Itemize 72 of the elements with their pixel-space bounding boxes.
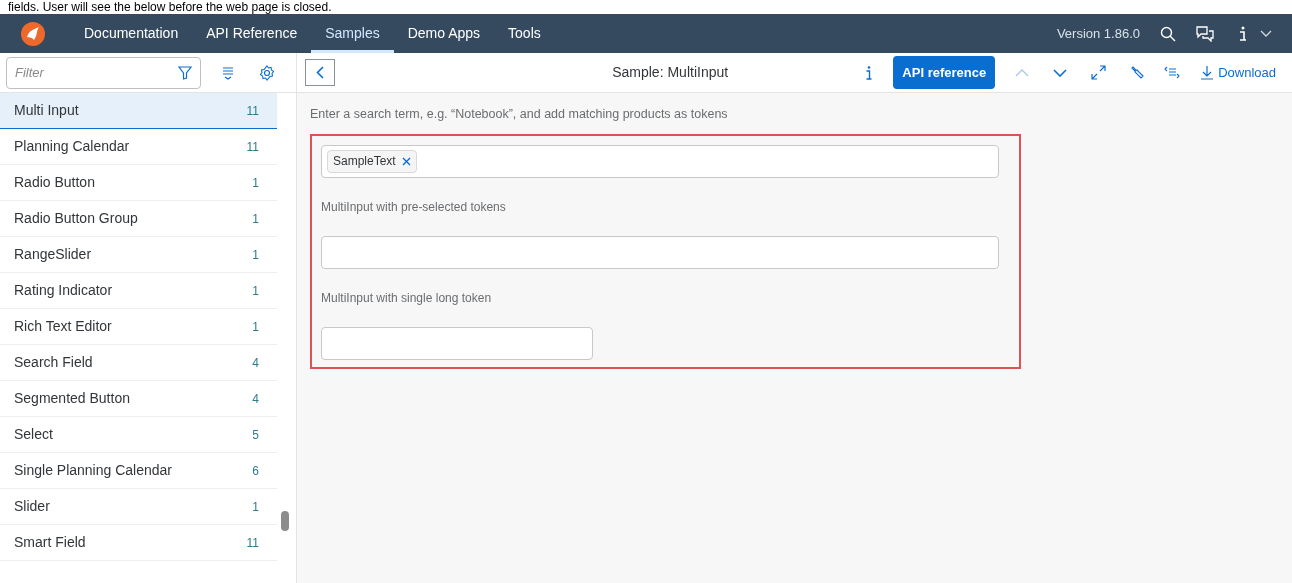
item-label: Slider <box>14 497 51 516</box>
sample-list-item[interactable]: RangeSlider 1 <box>0 237 277 273</box>
multi-input-field[interactable]: SampleText <box>321 144 999 178</box>
filter-funnel-icon[interactable] <box>178 65 192 80</box>
settings-icon[interactable] <box>259 64 275 81</box>
scrollbar-thumb[interactable] <box>281 511 289 531</box>
sort-list-icon[interactable] <box>221 65 235 80</box>
item-label: Search Field <box>14 353 94 372</box>
chevron-down-icon[interactable] <box>1053 68 1068 77</box>
info-icon[interactable] <box>865 64 874 81</box>
nav-tab[interactable]: API Reference <box>192 14 312 53</box>
item-count: 4 <box>252 390 260 408</box>
download-button[interactable]: Download <box>1200 62 1276 83</box>
item-count: 11 <box>246 534 260 552</box>
caret-icon[interactable] <box>1260 29 1272 38</box>
item-label: Smart Field <box>14 533 87 552</box>
sample-list-item[interactable]: Planning Calendar 11 <box>0 129 277 165</box>
caption-text: fields. User will see the below before the web page is closed. <box>8 0 332 14</box>
sample-list-item[interactable]: Radio Button Group 1 <box>0 201 277 237</box>
back-button[interactable] <box>305 59 335 86</box>
item-count: 5 <box>252 426 260 444</box>
field-label: MultiInput with single long token <box>321 289 493 307</box>
item-count: 4 <box>252 354 260 372</box>
search-icon[interactable] <box>1160 25 1176 42</box>
sample-list-item[interactable]: Search Field 4 <box>0 345 277 381</box>
item-label: RangeSlider <box>14 245 93 264</box>
field-label: MultiInput with pre-selected tokens <box>321 198 507 216</box>
item-count: 1 <box>252 246 260 264</box>
close-icon[interactable] <box>401 156 411 166</box>
sample-list-item[interactable]: Single Planning Calendar 6 <box>0 453 277 489</box>
item-count: 11 <box>246 102 260 120</box>
nav-tab[interactable]: Tools <box>494 14 555 53</box>
nav-tab[interactable]: Demo Apps <box>393 14 495 53</box>
info-icon[interactable] <box>1238 25 1248 42</box>
item-count: 1 <box>252 318 260 336</box>
item-label: Single Planning Calendar <box>14 461 173 480</box>
sample-list-item[interactable]: Select 5 <box>0 417 277 453</box>
sample-list-item[interactable]: Rating Indicator 1 <box>0 273 277 309</box>
item-count: 1 <box>252 498 260 516</box>
api-reference-button[interactable]: API reference <box>893 56 996 89</box>
chevron-left-icon <box>316 66 324 79</box>
sample-list-item[interactable]: Smart Field 11 <box>0 525 277 561</box>
multi-input-field[interactable] <box>321 235 999 269</box>
intro-text: Enter a search term, e.g. “Notebook”, and add matching products as tokens <box>310 106 729 123</box>
sample-title: Sample: MultiInput <box>612 63 729 82</box>
item-count: 1 <box>252 210 260 228</box>
multi-input-field[interactable] <box>321 326 593 360</box>
item-label: Radio Button <box>14 173 96 192</box>
item-label: Rating Indicator <box>14 281 114 300</box>
version-text: Version 1.86.0 <box>1056 24 1140 43</box>
download-icon <box>1200 65 1215 80</box>
sample-list-item[interactable]: Rich Text Editor 1 <box>0 309 277 345</box>
sample-list-item[interactable]: Radio Button 1 <box>0 165 277 201</box>
filter-field[interactable]: Filter <box>6 56 201 89</box>
sample-list-item[interactable]: Slider 1 <box>0 489 277 525</box>
token[interactable]: SampleText <box>327 149 417 173</box>
item-label: Planning Calendar <box>14 137 131 156</box>
item-count: 6 <box>252 462 260 480</box>
item-count: 1 <box>252 282 260 300</box>
item-label: Radio Button Group <box>14 209 139 228</box>
item-count: 11 <box>246 138 260 156</box>
chat-bubbles-icon[interactable] <box>1196 25 1214 42</box>
nav-tab[interactable]: Documentation <box>70 14 193 53</box>
item-label: Rich Text Editor <box>14 317 113 336</box>
item-label: Multi Input <box>14 101 80 120</box>
code-lines-icon[interactable] <box>1164 66 1181 79</box>
sample-list-item[interactable]: Segmented Button 4 <box>0 381 277 417</box>
item-label: Select <box>14 425 54 444</box>
sample-list-item[interactable]: Multi Input 11 <box>0 93 277 129</box>
item-count: 1 <box>252 174 260 192</box>
item-label: Segmented Button <box>14 389 131 408</box>
fullscreen-icon[interactable] <box>1091 65 1107 80</box>
